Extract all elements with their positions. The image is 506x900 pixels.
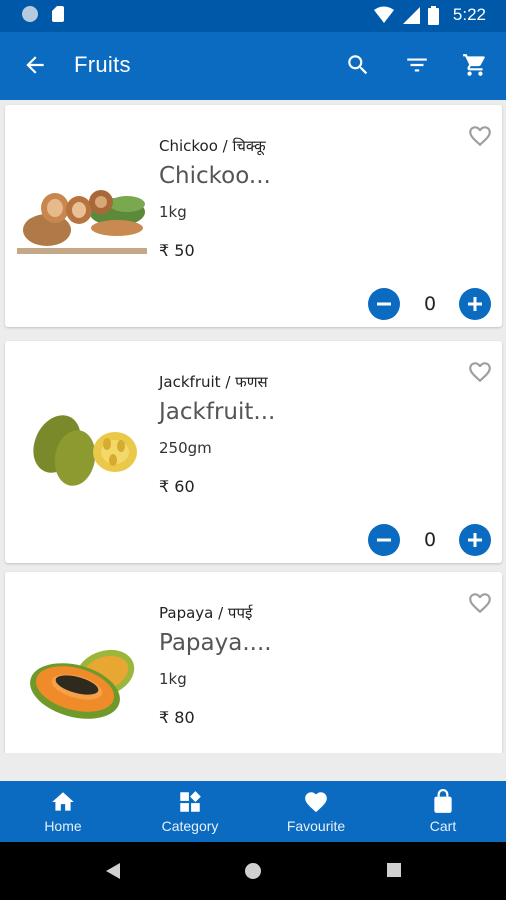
item-count: 0: [423, 529, 437, 551]
nav-category-label: Category: [161, 818, 219, 834]
screen: 5:22 Fruits Chickoo / चिक्कू Chickoo... …: [0, 0, 506, 900]
increment-button[interactable]: [459, 524, 491, 556]
home-icon: [52, 792, 74, 811]
plus-icon: [468, 297, 482, 311]
cart-icon[interactable]: [462, 52, 488, 78]
system-recents-icon[interactable]: [385, 861, 403, 879]
wifi-icon: [373, 6, 394, 23]
product-price: ₹ 80: [159, 708, 195, 727]
status-bar: 5:22: [0, 0, 506, 32]
product-card[interactable]: Jackfruit / फणस Jackfruit... 250gm ₹ 60 …: [5, 341, 502, 563]
nav-favourite[interactable]: Favourite: [253, 781, 379, 842]
product-quantity: 1kg: [159, 203, 187, 221]
heart-icon: [305, 792, 327, 813]
minus-icon: [377, 538, 391, 542]
product-card[interactable]: Papaya / पपई Papaya.... 1kg ₹ 80 0: [5, 572, 502, 753]
sd-card-icon: [52, 6, 64, 22]
product-list[interactable]: Chickoo / चिक्कू Chickoo... 1kg ₹ 50 0 J…: [0, 100, 506, 753]
heart-outline-icon[interactable]: [466, 123, 494, 149]
product-name: Jackfruit...: [159, 399, 276, 425]
bottom-navigation: Home Category Favourite Cart: [0, 781, 506, 842]
item-count: 0: [423, 293, 437, 315]
nav-home-label: Home: [44, 818, 82, 834]
product-label: Chickoo / चिक्कू: [159, 137, 266, 155]
product-card[interactable]: Chickoo / चिक्कू Chickoo... 1kg ₹ 50 0: [5, 105, 502, 327]
minus-icon: [377, 302, 391, 306]
jackfruit-image: [17, 396, 147, 506]
product-price: ₹ 60: [159, 477, 195, 496]
product-price: ₹ 50: [159, 241, 195, 260]
system-home-icon[interactable]: [243, 861, 263, 881]
search-icon[interactable]: [345, 52, 371, 78]
battery-icon: [427, 5, 439, 25]
circle-notification-icon: [22, 6, 38, 22]
category-icon: [180, 791, 201, 812]
chickoo-image: [17, 160, 147, 270]
nav-cart-label: Cart: [429, 818, 457, 834]
filter-icon[interactable]: [404, 52, 430, 78]
nav-favourite-label: Favourite: [286, 818, 346, 834]
product-label: Papaya / पपई: [159, 604, 253, 622]
papaya-image: [17, 627, 147, 737]
increment-button[interactable]: [459, 288, 491, 320]
plus-icon: [468, 533, 482, 547]
back-arrow-icon[interactable]: [22, 52, 48, 78]
product-name: Chickoo...: [159, 163, 271, 189]
nav-cart[interactable]: Cart: [380, 781, 506, 842]
signal-icon: [402, 7, 420, 24]
product-quantity: 250gm: [159, 439, 212, 457]
app-bar: Fruits: [0, 32, 506, 100]
product-quantity: 1kg: [159, 670, 187, 688]
status-time: 5:22: [452, 5, 486, 24]
product-name: Papaya....: [159, 630, 272, 656]
system-back-icon[interactable]: [104, 861, 122, 881]
decrement-button[interactable]: [368, 288, 400, 320]
shopping-bag-icon: [434, 789, 452, 813]
heart-outline-icon[interactable]: [466, 590, 494, 616]
nav-home[interactable]: Home: [0, 781, 126, 842]
page-title: Fruits: [74, 52, 131, 77]
decrement-button[interactable]: [368, 524, 400, 556]
product-label: Jackfruit / फणस: [159, 373, 268, 391]
nav-category[interactable]: Category: [127, 781, 253, 842]
heart-outline-icon[interactable]: [466, 359, 494, 385]
system-navigation-bar: [0, 842, 506, 900]
